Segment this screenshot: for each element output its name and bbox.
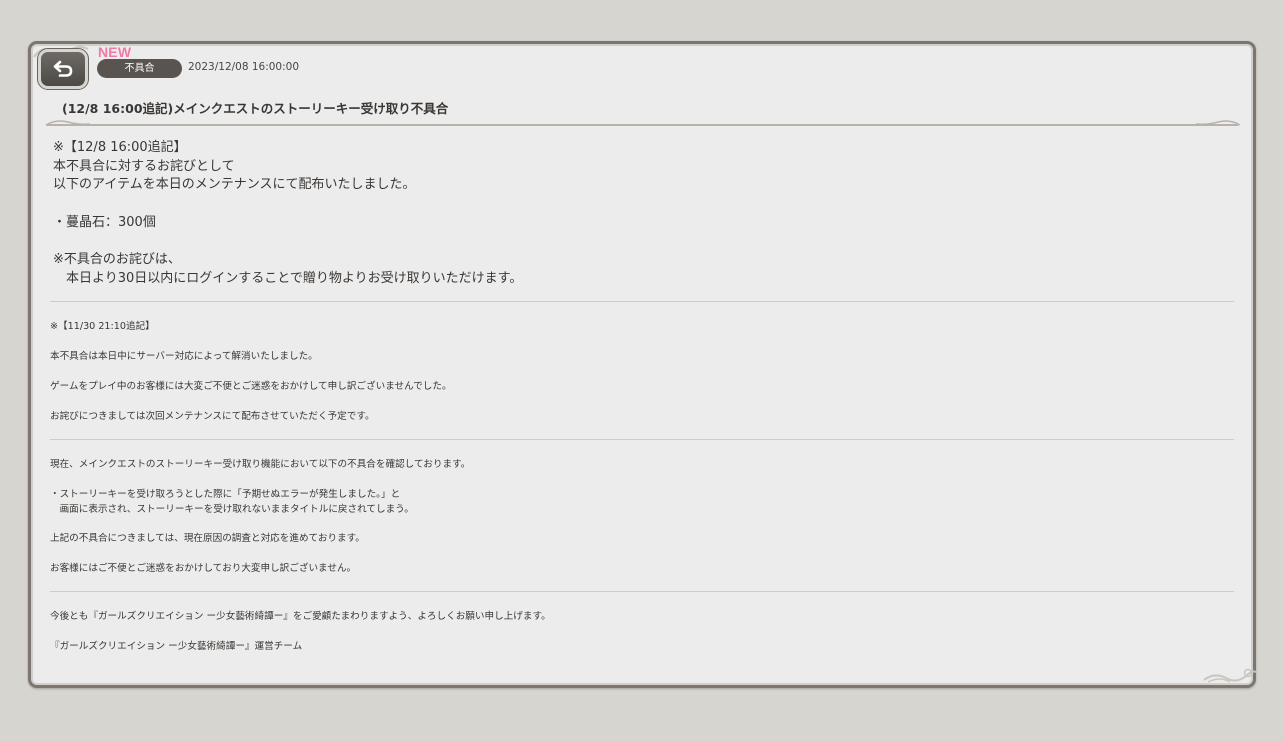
- ornament-bottom-right-icon: [1203, 668, 1257, 683]
- body-line: 本不具合に対するお詫びとして: [53, 159, 235, 174]
- body-line: 本日より30日以内にログインすることで贈り物よりお受け取りいただけます。: [53, 271, 523, 286]
- post-date: 2023/12/08 16:00:00: [188, 61, 300, 73]
- body-line: お客様にはご不便とご迷惑をおかけしており大変申し訳ございません。: [50, 563, 357, 574]
- body-line: 本不具合は本日中にサーバー対応によって解消いたしました。: [50, 351, 318, 362]
- body-line: 現在、メインクエストのストーリーキー受け取り機能において以下の不具合を確認してお…: [50, 459, 471, 470]
- body-line: 以下のアイテムを本日のメンテナンスにて配布いたしました。: [53, 177, 416, 192]
- back-arrow-icon: [53, 60, 73, 77]
- body-line: 上記の不具合につきましては、現在原因の調査と対応を進めております。: [50, 533, 365, 544]
- body-line: ※【12/8 16:00追記】: [53, 140, 187, 155]
- body-line: ※不具合のお詫びは、: [53, 252, 181, 267]
- section-divider: [50, 439, 1234, 440]
- body-line: ・蔓晶石：300個: [53, 215, 156, 230]
- body-line: ※【11/30 21:10追記】: [50, 321, 155, 332]
- notice-title: (12/8 16:00追記)メインクエストのストーリーキー受け取り不具合: [62, 101, 449, 116]
- body-line: 今後とも『ガールズクリエイション ー少女藝術綺譚ー』をご愛顧たまわりますよう、よ…: [50, 611, 551, 622]
- section-divider: [50, 301, 1234, 302]
- section-divider: [50, 591, 1234, 592]
- body-line: ・ストーリーキーを受け取ろうとした際に「予期せぬエラーが発生しました。」と: [50, 489, 401, 500]
- divider-ornament-left-icon: [45, 120, 91, 126]
- body-line: ゲームをプレイ中のお客様には大変ご不便とご迷惑をおかけして申し訳ございませんでし…: [50, 381, 452, 392]
- new-badge: NEW: [98, 44, 132, 60]
- category-badge: 不具合: [97, 59, 182, 78]
- divider-ornament-right-icon: [1195, 120, 1241, 126]
- body-line: 画面に表示され、ストーリーキーを受け取れないままタイトルに戻されてしまう。: [50, 504, 414, 515]
- body-line: 『ガールズクリエイション ー少女藝術綺譚ー』運営チーム: [50, 641, 303, 652]
- back-button[interactable]: [37, 48, 89, 90]
- body-line: お詫びにつきましては次回メンテナンスにて配布させていただく予定です。: [50, 411, 375, 422]
- title-divider: [46, 124, 1238, 126]
